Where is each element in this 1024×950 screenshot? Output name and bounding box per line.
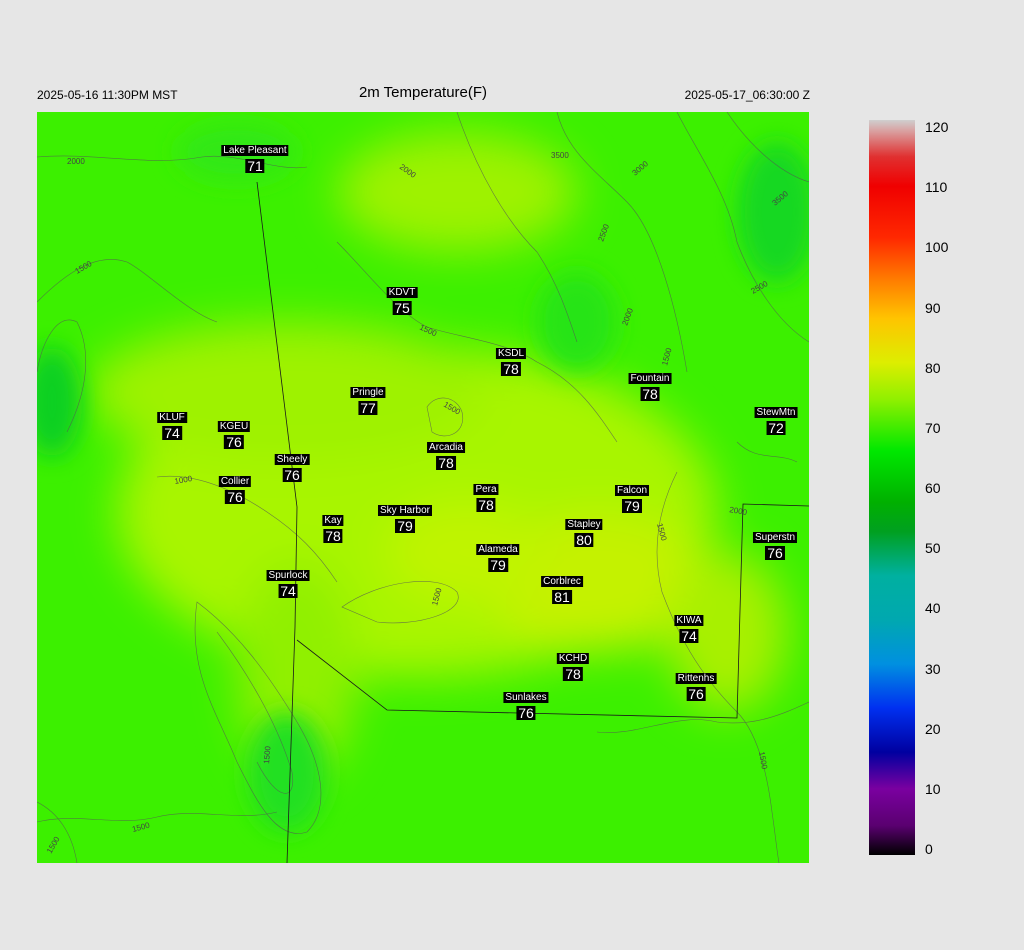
colorbar-tick-label: 70 <box>925 419 941 436</box>
colorbar-tick-label: 80 <box>925 359 941 376</box>
colorbar-tick-label: 120 <box>925 119 949 135</box>
colorbar-tick-label: 100 <box>925 239 949 256</box>
colorbar-tick-label: 10 <box>925 780 941 797</box>
contour-label: 1500 <box>262 745 273 764</box>
colorbar-tick-label: 0 <box>925 841 933 857</box>
colorbar-tick-label: 30 <box>925 660 941 677</box>
colorbar-tick-label: 90 <box>925 299 941 316</box>
contour-label: 3500 <box>551 151 569 160</box>
colorbar-gradient <box>869 120 915 855</box>
contour-label: 2000 <box>67 157 85 166</box>
colorbar-tick-label: 40 <box>925 600 941 617</box>
colorbar-tick-label: 50 <box>925 540 941 557</box>
temperature-field: 2000 1500 2000 2500 3500 3000 3500 2500 … <box>37 112 809 863</box>
colorbar-tick-label: 110 <box>925 179 948 196</box>
temperature-map: 2000 1500 2000 2500 3500 3000 3500 2500 … <box>37 112 809 863</box>
temperature-colorbar <box>869 120 915 855</box>
colorbar-tick-label: 20 <box>925 720 941 737</box>
colorbar-tick-label: 60 <box>925 480 941 496</box>
valid-utc-time: 2025-05-17_06:30:00 Z <box>684 88 810 102</box>
